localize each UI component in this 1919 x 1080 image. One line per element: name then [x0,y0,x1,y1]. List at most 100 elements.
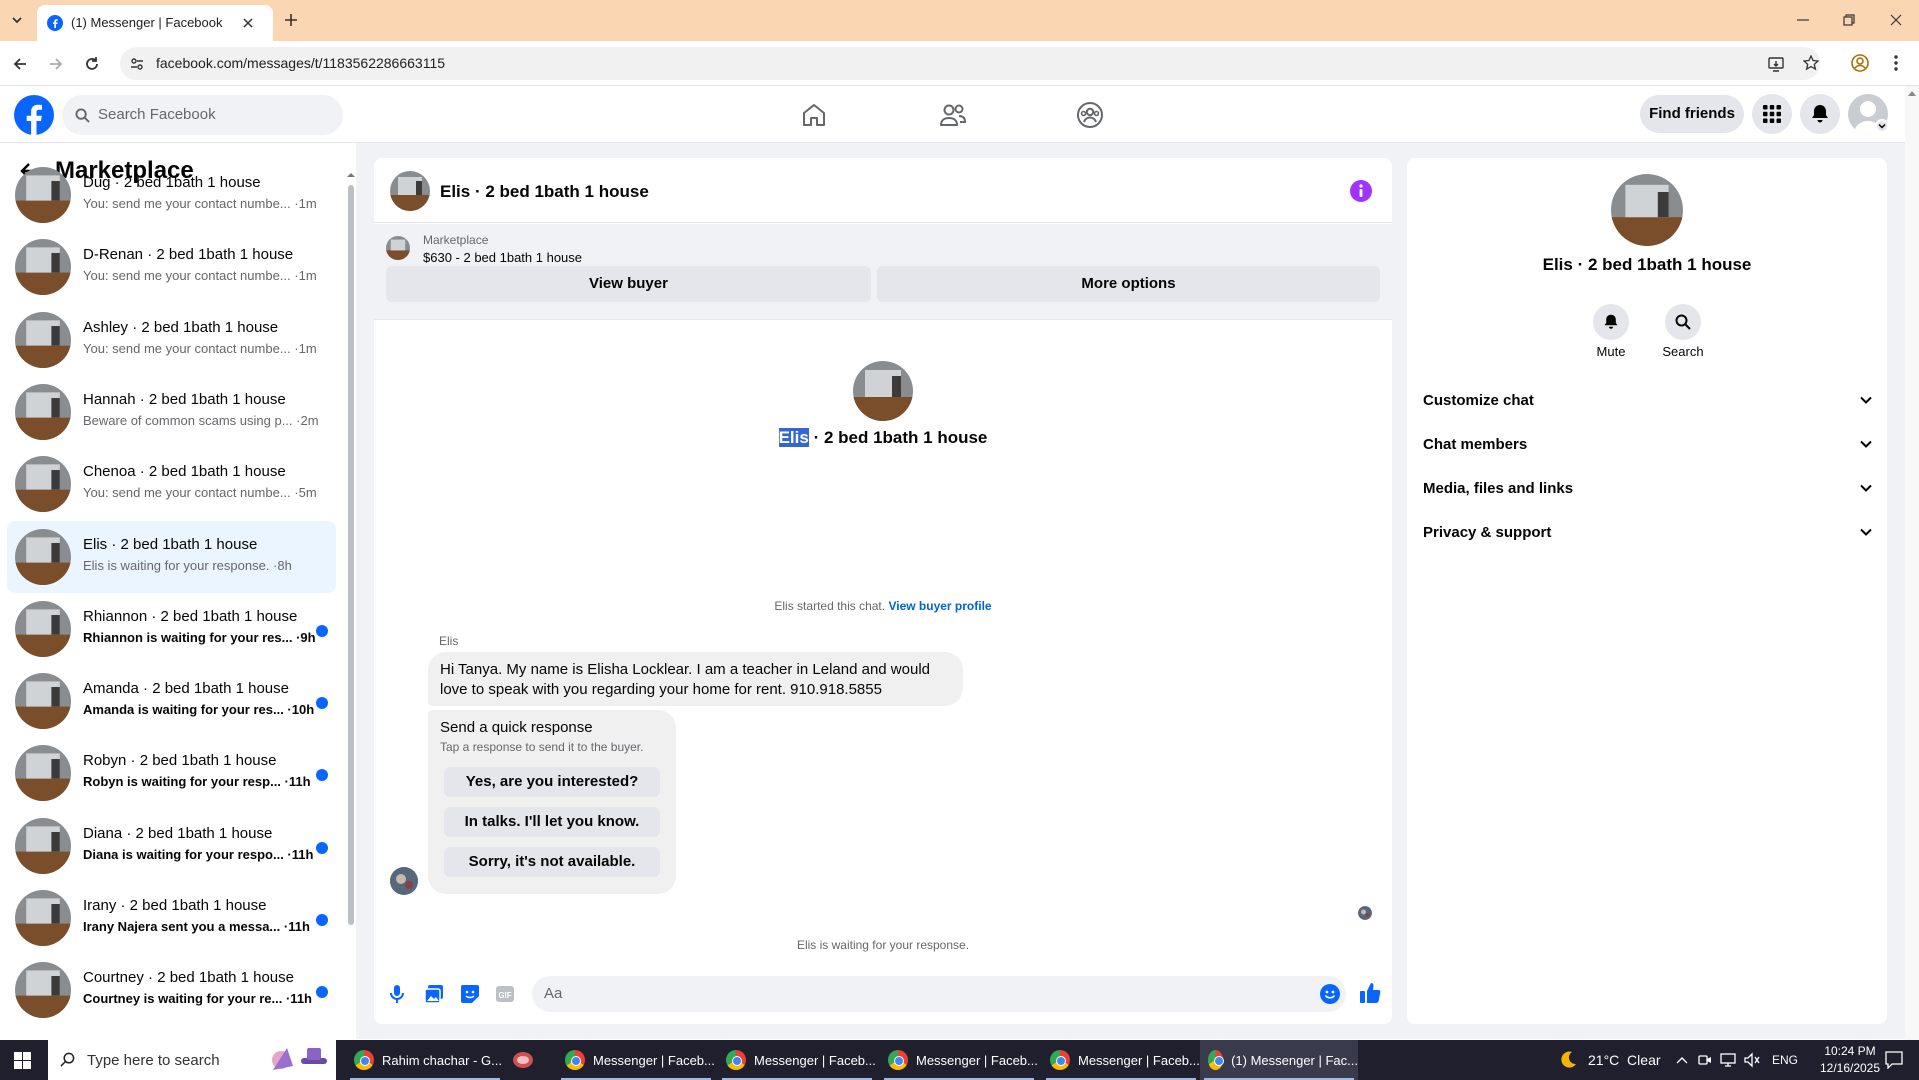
conversation-preview: You: send me your contact numbe... ·1m [83,268,317,284]
message-input[interactable]: Aa [532,976,1346,1012]
conversation-item[interactable]: D-Renan · 2 bed 1bath 1 house You: send m… [7,231,336,303]
notifications-button[interactable] [1800,94,1840,134]
room-photo-icon [15,528,71,585]
more-options-button[interactable]: More options [877,266,1380,302]
facebook-logo-icon[interactable] [14,95,54,135]
privacy-support-section[interactable]: Privacy & support [1423,513,1873,553]
clock-time[interactable]: 10:24 PM [1818,1044,1882,1058]
reload-icon[interactable] [84,56,100,72]
sender-avatar[interactable] [390,867,418,895]
back-icon[interactable] [12,56,28,72]
chevron-down-icon [1860,528,1872,536]
conversation-preview: Diana is waiting for your respo... ·11h [83,846,314,862]
gif-icon[interactable]: GIF [495,985,515,1003]
conversation-item[interactable]: Ashley · 2 bed 1bath 1 house You: send me… [7,304,336,376]
taskbar-search-box[interactable]: Type here to search [48,1040,336,1080]
conversation-item[interactable]: Hannah · 2 bed 1bath 1 house Beware of co… [7,376,336,448]
intro-name-rest: · 2 bed 1bath 1 house [808,428,988,447]
conversation-info-icon[interactable] [1350,180,1372,202]
facebook-header: Search Facebook Find friends [0,86,1905,143]
install-app-icon[interactable] [1768,56,1784,72]
scroll-up-arrow-icon[interactable] [346,171,356,179]
volume-icon[interactable] [1744,1052,1760,1068]
browser-toolbar: facebook.com/messages/t/1183562286663115 [0,41,1919,86]
taskbar-app-button[interactable]: Messenger | Faceb... [557,1040,715,1080]
close-window-icon[interactable] [1890,14,1902,26]
conversation-item[interactable]: Rhiannon · 2 bed 1bath 1 house Rhiannon i… [7,593,336,665]
conversation-item[interactable]: Robyn · 2 bed 1bath 1 house Robyn is wait… [7,737,336,809]
taskbar-app-button[interactable]: (1) Messenger | Fac... [1200,1040,1358,1080]
bookmark-star-icon[interactable] [1803,55,1819,71]
mute-button[interactable] [1593,304,1629,340]
conversation-scrollbar[interactable] [346,171,356,1037]
conversation-item[interactable]: Courtney · 2 bed 1bath 1 house Courtney i… [7,954,336,1026]
listing-thumbnail[interactable] [386,236,410,260]
groups-nav-icon[interactable] [1076,101,1104,129]
quick-reply-not-available[interactable]: Sorry, it's not available. [444,847,660,877]
media-files-links-section[interactable]: Media, files and links [1423,469,1873,509]
quick-reply-interested[interactable]: Yes, are you interested? [444,767,660,797]
home-nav-icon[interactable] [801,102,827,128]
weather-text[interactable]: 21°C Clear [1588,1052,1661,1068]
browser-menu-icon[interactable] [1894,54,1898,72]
search-in-conversation-button[interactable] [1665,304,1701,340]
listing-price[interactable]: $630 - 2 bed 1bath 1 house [423,250,582,265]
attach-photo-icon[interactable] [424,984,444,1004]
view-buyer-profile-link[interactable]: View buyer profile [888,599,991,613]
restore-icon[interactable] [1843,14,1855,26]
scrollbar-thumb[interactable] [348,185,354,925]
search-facebook-box[interactable]: Search Facebook [62,95,343,135]
conversation-item[interactable]: Dug · 2 bed 1bath 1 house You: send me yo… [7,159,336,231]
chat-title[interactable]: Elis · 2 bed 1bath 1 house [440,182,649,202]
site-info-icon[interactable] [130,57,144,71]
weather-moon-icon[interactable] [1558,1050,1578,1070]
minimize-icon[interactable] [1797,19,1809,21]
conversation-info-panel: Elis · 2 bed 1bath 1 house Mute Search C… [1407,158,1887,1024]
clock-date[interactable]: 12/16/2025 [1813,1061,1887,1075]
emoji-icon[interactable] [1320,984,1340,1004]
account-dropdown-badge[interactable] [1875,119,1889,133]
close-tab-icon[interactable] [242,17,254,29]
address-bar[interactable]: facebook.com/messages/t/1183562286663115 [120,47,1820,80]
message-bubble[interactable]: Hi Tanya. My name is Elisha Locklear. I … [428,652,963,706]
conversation-item[interactable]: Irany · 2 bed 1bath 1 house Irany Najera … [7,882,336,954]
profile-icon[interactable] [1851,54,1869,72]
language-indicator[interactable]: ENG [1772,1053,1798,1067]
find-friends-button[interactable]: Find friends [1640,95,1744,133]
conversation-item[interactable]: Amanda · 2 bed 1bath 1 house Amanda is wa… [7,665,336,737]
forward-icon[interactable] [48,56,64,72]
taskbar-app-button[interactable]: Messenger | Faceb... [880,1040,1038,1080]
network-icon[interactable] [1720,1052,1736,1068]
thumbs-up-icon[interactable] [1359,982,1381,1004]
taskbar-app-button[interactable]: Rahim chachar - G... [346,1040,504,1080]
conversation-item[interactable]: Elis · 2 bed 1bath 1 house Elis is waitin… [7,520,336,593]
meet-now-icon[interactable] [1698,1053,1712,1067]
chat-members-section[interactable]: Chat members [1423,425,1873,465]
conversation-item[interactable]: Chenoa · 2 bed 1bath 1 house You: send me… [7,448,336,520]
taskbar-app-button[interactable]: Messenger | Faceb... [718,1040,876,1080]
taskbar-search-placeholder: Type here to search [87,1052,220,1069]
browser-tab[interactable]: (1) Messenger | Facebook [37,5,273,41]
view-buyer-button[interactable]: View buyer [386,266,871,302]
quick-reply-in-talks[interactable]: In talks. I'll let you know. [444,807,660,837]
info-avatar[interactable] [1611,174,1683,246]
intro-avatar[interactable] [853,361,913,421]
taskbar-app-button[interactable]: Messenger | Faceb... [1042,1040,1200,1080]
notification-center-icon[interactable] [1885,1051,1903,1069]
menu-button[interactable] [1752,94,1792,134]
microphone-icon[interactable] [389,984,405,1004]
friends-nav-icon[interactable] [939,102,967,128]
chat-header-avatar[interactable] [390,171,430,211]
customize-chat-section[interactable]: Customize chat [1423,381,1873,421]
tab-search-button[interactable] [6,9,28,31]
tray-chevron-up-icon[interactable] [1676,1055,1688,1065]
new-tab-icon[interactable] [284,13,298,27]
snipping-tool-icon[interactable] [512,1050,534,1070]
scroll-up-arrow-icon[interactable] [1908,90,1916,96]
windows-start-icon[interactable] [14,1052,31,1069]
conversation-item[interactable]: Diana · 2 bed 1bath 1 house Diana is wait… [7,810,336,882]
chrome-icon [726,1050,746,1070]
page-scrollbar[interactable] [1905,86,1919,1040]
conversation-name: Dug · 2 bed 1bath 1 house [83,174,261,191]
sticker-icon[interactable] [460,984,480,1004]
